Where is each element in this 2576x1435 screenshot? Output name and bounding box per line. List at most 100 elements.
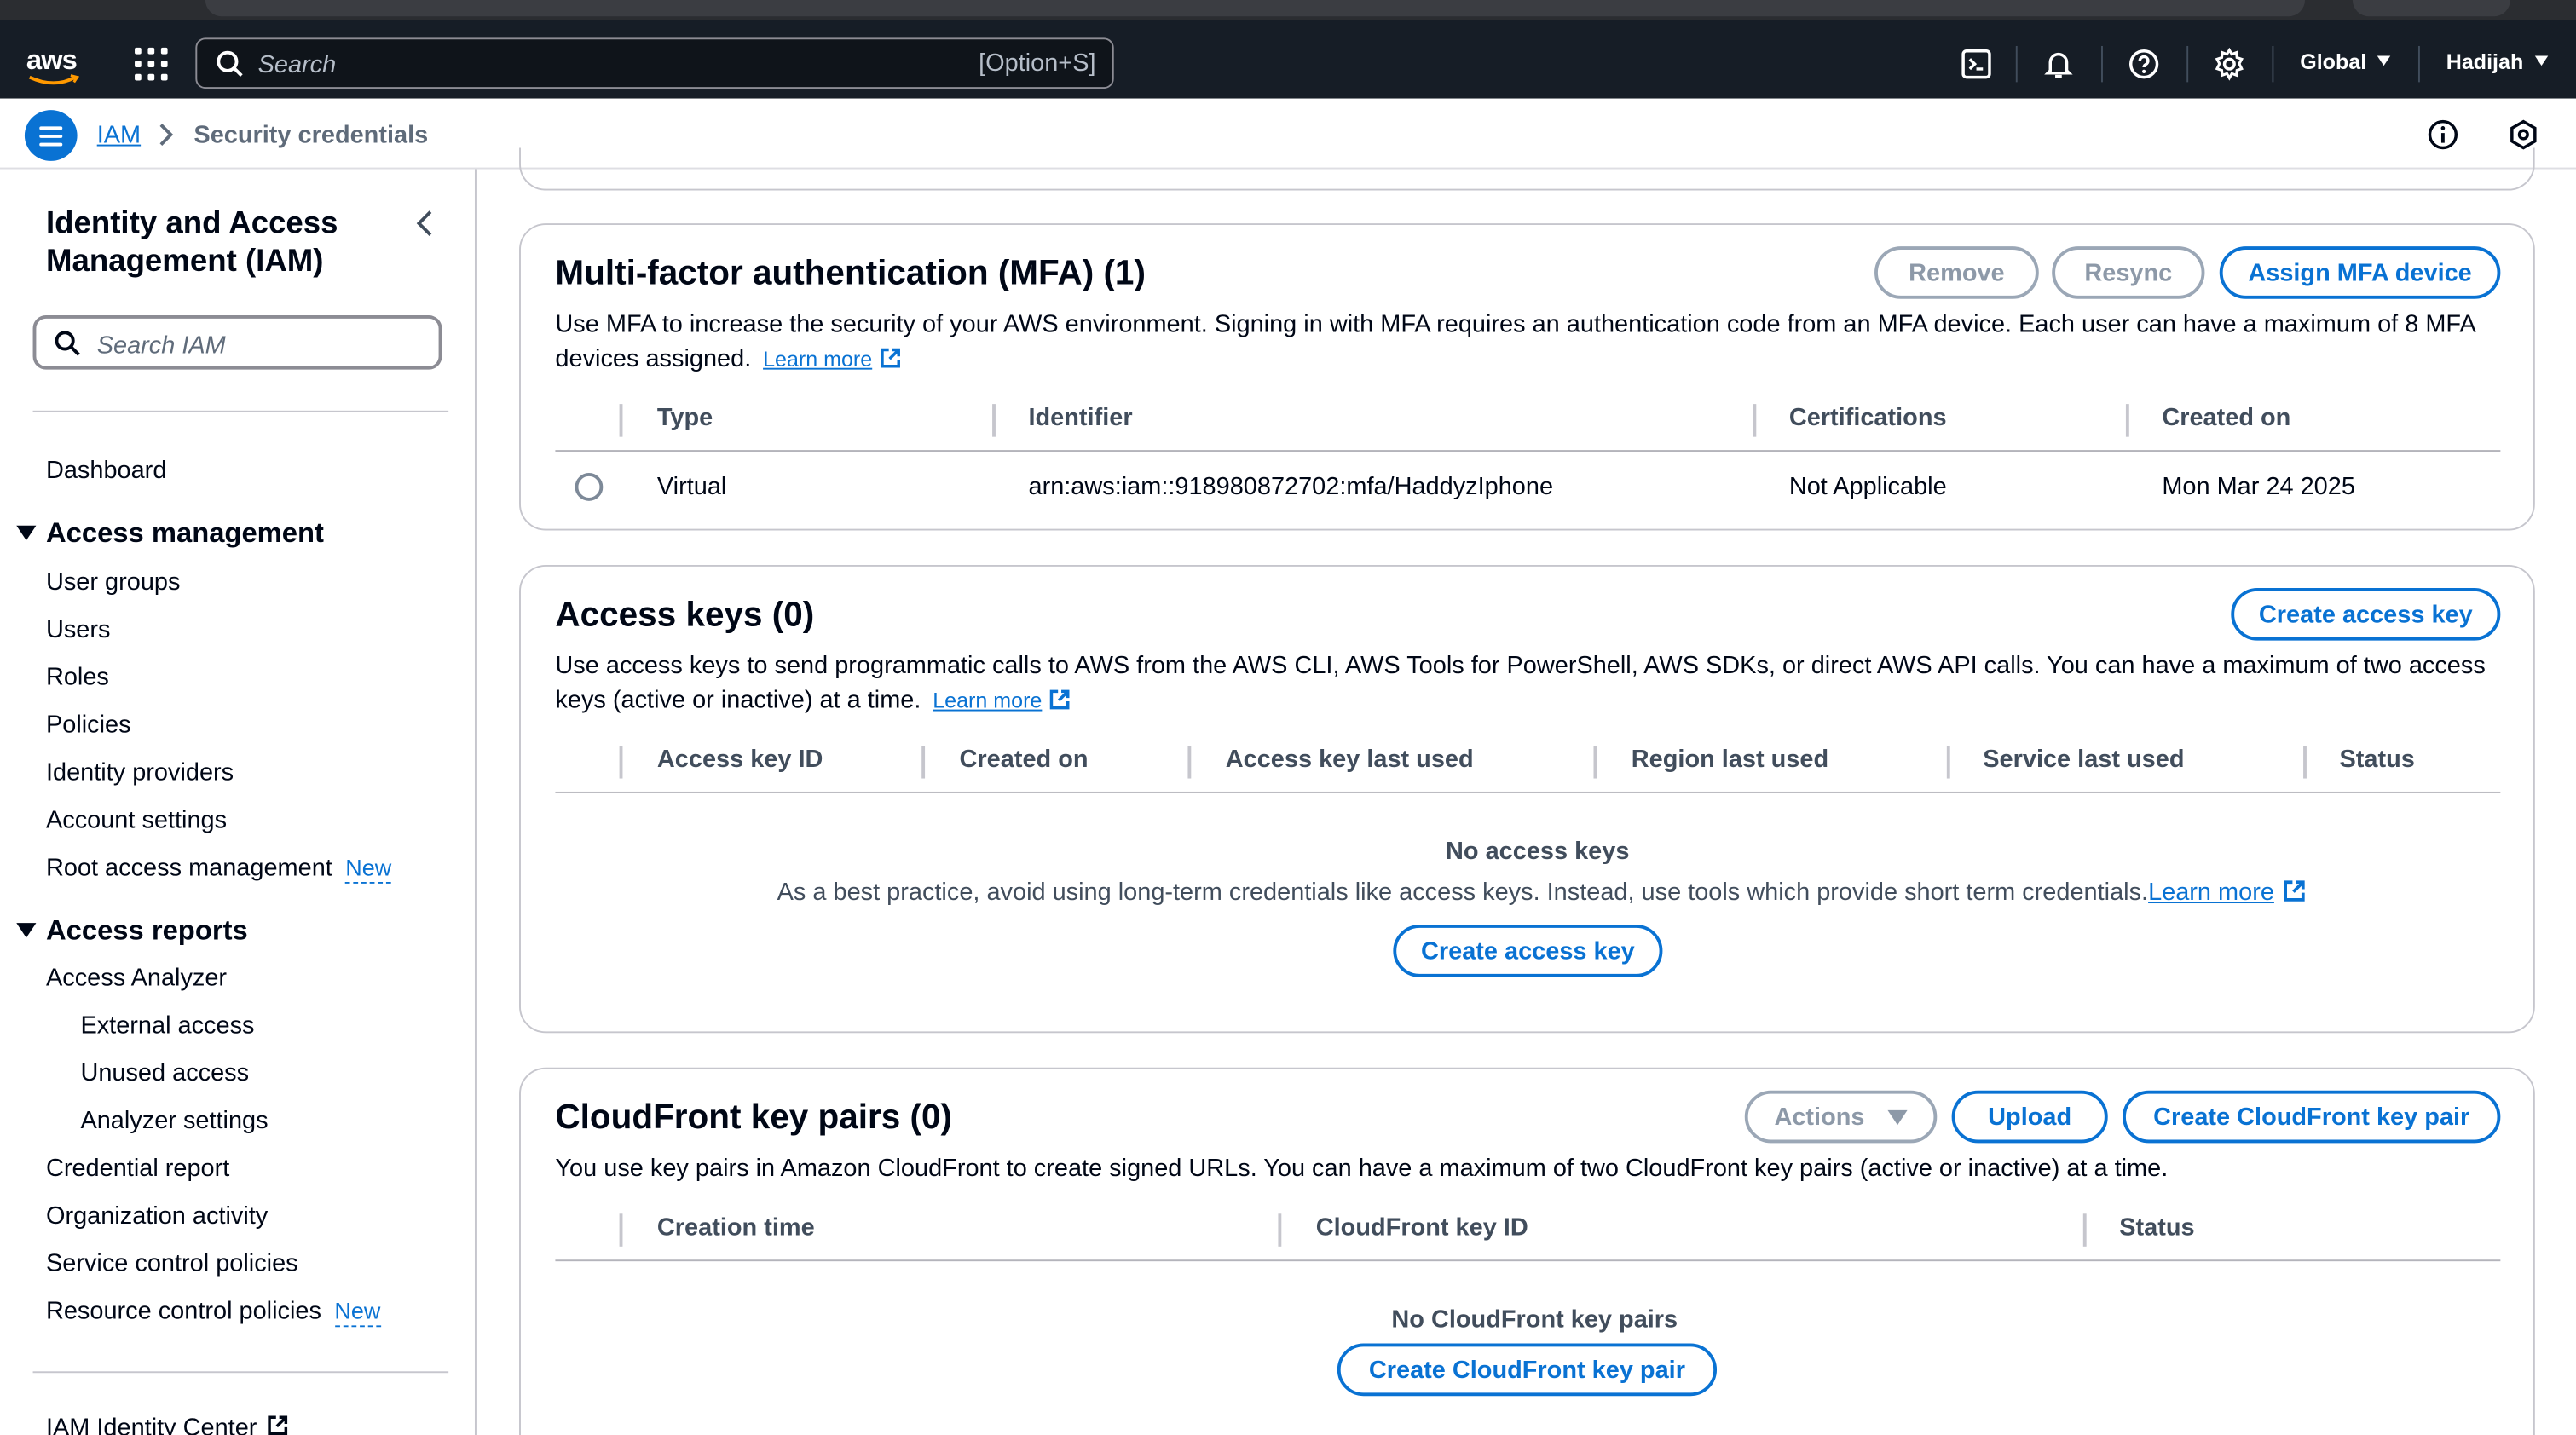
access-keys-table-header: Access key ID Created on Access key last… xyxy=(555,731,2501,793)
sidebar-item-credential-report[interactable]: Credential report xyxy=(46,1155,229,1183)
remove-mfa-button[interactable]: Remove xyxy=(1874,246,2039,299)
caret-down-icon xyxy=(2534,55,2549,66)
sidebar-item-resource-control-policies[interactable]: Resource control policies New xyxy=(45,1297,381,1328)
cloudfront-table-header: Creation time CloudFront key ID Status xyxy=(555,1199,2501,1262)
sidebar: Identity and Access Management (IAM) Sea… xyxy=(0,169,477,1435)
sidebar-item-organization-activity[interactable]: Organization activity xyxy=(46,1202,268,1230)
column-header[interactable]: CloudFront key ID xyxy=(1316,1213,1528,1242)
feedback-hexagon-icon[interactable] xyxy=(2507,118,2540,152)
info-icon[interactable] xyxy=(2427,118,2460,152)
table-row[interactable]: Virtual arn:aws:iam::918980872702:mfa/Ha… xyxy=(555,453,2500,519)
sidebar-item-unused-access[interactable]: Unused access xyxy=(80,1059,249,1087)
dropdown-label: Actions xyxy=(1774,1103,1865,1131)
mfa-card: Multi-factor authentication (MFA) (1) Re… xyxy=(519,223,2535,531)
create-access-key-button[interactable]: Create access key xyxy=(2231,587,2501,641)
sidebar-item-policies[interactable]: Policies xyxy=(46,712,131,740)
side-menu-toggle-button[interactable] xyxy=(24,110,78,161)
aws-logo-text: aws xyxy=(26,44,78,76)
column-header[interactable]: Created on xyxy=(960,746,1089,774)
external-link-icon xyxy=(2284,880,2306,902)
breadcrumb-iam-link[interactable]: IAM xyxy=(97,122,141,150)
caret-down-icon xyxy=(16,923,37,938)
item-label: Resource control policies xyxy=(45,1297,321,1326)
browser-address-bar[interactable] xyxy=(205,0,2306,17)
search-icon xyxy=(217,50,243,78)
column-header[interactable]: Identifier xyxy=(1028,404,1132,432)
external-link-icon xyxy=(1050,689,1070,710)
services-grid-icon[interactable] xyxy=(135,47,168,81)
sidebar-item-analyzer-settings[interactable]: Analyzer settings xyxy=(80,1107,268,1135)
external-link-icon xyxy=(269,1415,288,1435)
user-label: Hadijah xyxy=(2446,49,2524,74)
aws-smile-icon xyxy=(28,74,80,85)
upload-button[interactable]: Upload xyxy=(1951,1090,2108,1144)
search-icon xyxy=(55,331,80,356)
external-link-icon xyxy=(881,348,900,368)
caret-down-icon xyxy=(1887,1109,1908,1125)
mfa-table-header: Type Identifier Certifications Created o… xyxy=(555,389,2501,452)
item-label: IAM Identity Center xyxy=(45,1414,257,1435)
global-search-input[interactable]: Search [Option+S] xyxy=(195,37,1114,89)
column-header[interactable]: Region last used xyxy=(1632,746,1828,774)
column-header[interactable]: Access key ID xyxy=(657,746,823,774)
mfa-learn-more-link[interactable]: Learn more xyxy=(763,347,902,372)
nav-divider xyxy=(2015,45,2018,83)
region-selector[interactable]: Global xyxy=(2300,49,2392,74)
empty-state-learn-more-link[interactable]: Learn more xyxy=(2148,879,2307,907)
sidebar-search-input[interactable]: Search IAM xyxy=(32,315,442,370)
assign-mfa-device-button[interactable]: Assign MFA device xyxy=(2219,246,2501,299)
collapse-sidebar-icon[interactable] xyxy=(414,209,434,239)
sidebar-item-root-access-management[interactable]: Root access management New xyxy=(46,854,392,884)
sidebar-item-account-settings[interactable]: Account settings xyxy=(46,806,227,834)
sidebar-item-user-groups[interactable]: User groups xyxy=(46,568,180,596)
access-keys-learn-more-link[interactable]: Learn more xyxy=(933,688,1071,713)
mfa-title: Multi-factor authentication (MFA) (1) xyxy=(555,254,1146,293)
cloudshell-icon[interactable] xyxy=(1960,48,1993,81)
column-header[interactable]: Status xyxy=(2339,746,2414,774)
resync-mfa-button[interactable]: Resync xyxy=(2052,246,2205,299)
search-placeholder: Search xyxy=(257,50,337,79)
account-menu[interactable]: Hadijah xyxy=(2446,49,2549,74)
column-header[interactable]: Type xyxy=(657,404,713,432)
column-header[interactable]: Access key last used xyxy=(1226,746,1474,774)
aws-logo[interactable]: aws xyxy=(26,44,83,85)
sidebar-item-iam-identity-center[interactable]: IAM Identity Center xyxy=(46,1414,290,1435)
sidebar-item-identity-providers[interactable]: Identity providers xyxy=(46,758,234,787)
nav-divider xyxy=(2101,45,2103,83)
sidebar-item-dashboard[interactable]: Dashboard xyxy=(46,457,166,485)
cell-certifications: Not Applicable xyxy=(1788,473,1947,501)
sidebar-item-roles[interactable]: Roles xyxy=(46,664,109,692)
link-label: Learn more xyxy=(933,688,1043,713)
help-icon[interactable] xyxy=(2128,48,2161,81)
nav-divider xyxy=(2272,45,2274,83)
previous-card-edge xyxy=(519,147,2535,191)
empty-state-description: As a best practice, avoid using long-ter… xyxy=(777,879,2307,907)
empty-state-title: No CloudFront key pairs xyxy=(1391,1305,1678,1334)
sidebar-item-users[interactable]: Users xyxy=(46,616,110,644)
actions-dropdown[interactable]: Actions xyxy=(1744,1090,1938,1144)
empty-create-access-key-button[interactable]: Create access key xyxy=(1393,925,1663,977)
column-header[interactable]: Status xyxy=(2119,1213,2194,1242)
column-header[interactable]: Creation time xyxy=(657,1213,815,1242)
sidebar-section-access-reports[interactable]: Access reports xyxy=(16,915,248,948)
access-keys-description: Use access keys to send programmatic cal… xyxy=(555,648,2493,718)
browser-controls[interactable] xyxy=(2352,0,2510,17)
section-label: Access management xyxy=(45,517,324,549)
sidebar-item-service-control-policies[interactable]: Service control policies xyxy=(46,1250,298,1278)
column-header[interactable]: Service last used xyxy=(1983,746,2184,774)
column-header[interactable]: Created on xyxy=(2162,404,2290,432)
sidebar-item-external-access[interactable]: External access xyxy=(80,1011,254,1040)
settings-icon[interactable] xyxy=(2213,47,2246,81)
access-keys-title: Access keys (0) xyxy=(555,596,815,634)
sidebar-section-access-management[interactable]: Access management xyxy=(16,517,324,550)
link-label: Learn more xyxy=(763,346,873,372)
caret-down-icon xyxy=(2377,55,2392,66)
create-cloudfront-key-pair-button[interactable]: Create CloudFront key pair xyxy=(2123,1090,2501,1144)
empty-create-cloudfront-key-pair-button[interactable]: Create CloudFront key pair xyxy=(1337,1343,1718,1397)
sidebar-item-access-analyzer[interactable]: Access Analyzer xyxy=(46,964,227,992)
bell-icon[interactable] xyxy=(2042,48,2076,81)
row-select-radio[interactable] xyxy=(575,473,604,501)
access-keys-description-text: Use access keys to send programmatic cal… xyxy=(555,652,2486,715)
caret-down-icon xyxy=(16,525,37,541)
column-header[interactable]: Certifications xyxy=(1789,404,1947,432)
